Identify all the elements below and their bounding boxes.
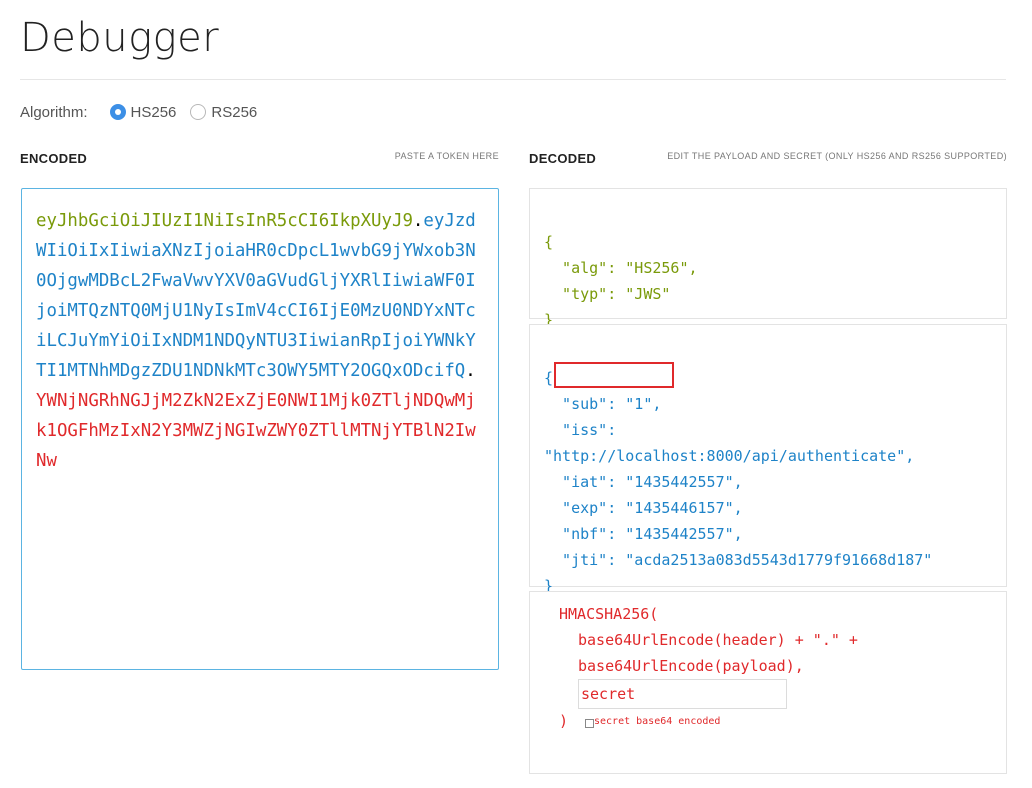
radio-label-rs256[interactable]: RS256 bbox=[211, 104, 257, 121]
page-title: Debugger bbox=[20, 15, 220, 61]
token-separator: . bbox=[465, 361, 476, 381]
encoded-heading: ENCODED bbox=[20, 151, 88, 166]
payload-json-line[interactable]: "exp": "1435446157", bbox=[544, 495, 932, 521]
radio-option-hs256[interactable]: HS256 bbox=[109, 104, 177, 121]
header-json-line[interactable]: { bbox=[544, 229, 698, 255]
header-json-line[interactable]: "typ": "JWS" bbox=[544, 281, 698, 307]
token-separator: . bbox=[412, 211, 424, 231]
payload-json-line[interactable]: "nbf": "1435442557", bbox=[544, 521, 932, 547]
secret-input[interactable] bbox=[578, 679, 787, 709]
token-signature-part[interactable]: YWNjNGRhNGJjM2ZkN2ExZjE0NWI1Mjk0ZTljNDQw… bbox=[36, 391, 476, 471]
payload-json-line[interactable]: "iss": bbox=[544, 417, 932, 443]
payload-json-line[interactable]: "jti": "acda2513a083d5543d1779f91668d187… bbox=[544, 547, 932, 573]
encoded-hint: PASTE A TOKEN HERE bbox=[394, 151, 499, 161]
title-divider bbox=[20, 79, 1006, 80]
payload-json-line-sub[interactable]: "sub": "1", bbox=[544, 391, 932, 417]
decoded-heading: DECODED bbox=[529, 151, 597, 166]
token-header-part[interactable]: eyJhbGciOiJIUzI1NiIsInR5cCI6IkpXUyJ9 bbox=[36, 211, 413, 231]
verify-line-header: base64UrlEncode(header) + "." + bbox=[578, 631, 858, 649]
algorithm-label: Algorithm: bbox=[20, 103, 88, 121]
secret-base64-checkbox[interactable] bbox=[585, 719, 594, 728]
secret-base64-label[interactable]: secret base64 encoded bbox=[594, 716, 720, 727]
decoded-hint: EDIT THE PAYLOAD AND SECRET (ONLY HS256 … bbox=[667, 151, 1007, 161]
header-json-line[interactable]: "alg": "HS256", bbox=[544, 255, 697, 281]
verify-func-name: HMACSHA256( bbox=[559, 605, 659, 623]
verify-line-payload: base64UrlEncode(payload), bbox=[578, 657, 804, 675]
sub-highlight-box bbox=[554, 362, 674, 388]
encoded-token-text[interactable]: eyJhbGciOiJIUzI1NiIsInR5cCI6IkpXUyJ9.eyJ… bbox=[36, 206, 486, 476]
radio-hs256[interactable] bbox=[109, 104, 126, 120]
radio-rs256[interactable] bbox=[190, 104, 207, 120]
radio-label-hs256[interactable]: HS256 bbox=[131, 104, 177, 121]
encoded-token-editor[interactable]: eyJhbGciOiJIUzI1NiIsInR5cCI6IkpXUyJ9.eyJ… bbox=[21, 188, 499, 670]
verify-close-paren: ) bbox=[559, 712, 569, 730]
header-json-editor[interactable]: { "alg": "HS256", "typ": "JWS"} bbox=[544, 203, 698, 333]
radio-option-rs256[interactable]: RS256 bbox=[190, 104, 257, 121]
algorithm-selector: Algorithm: HS256 RS256 bbox=[20, 101, 271, 123]
payload-json-line[interactable]: "http://localhost:8000/api/authenticate"… bbox=[544, 443, 932, 469]
token-payload-part[interactable]: eyJzdWIiOiIxIiwiaXNzIjoiaHR0cDpcL1wvbG9j… bbox=[36, 211, 476, 381]
payload-json-line[interactable]: "iat": "1435442557", bbox=[544, 469, 932, 495]
